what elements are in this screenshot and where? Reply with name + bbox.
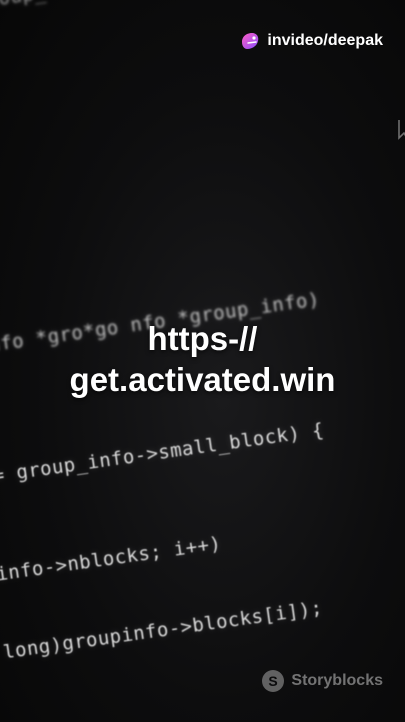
code-line: _info->nblocks; i++) <box>0 532 223 588</box>
invideo-watermark: invideo/deepak <box>239 30 383 52</box>
invideo-watermark-text: invideo/deepak <box>267 32 383 49</box>
mouse-cursor-icon <box>398 120 405 140</box>
code-line: oup_ <box>0 0 47 10</box>
storyblocks-watermark: S Storyblocks <box>261 669 383 693</box>
storyblocks-watermark-text: Storyblocks <box>291 672 383 689</box>
storyblocks-logo-icon: S <box>262 670 285 692</box>
invideo-logo-icon <box>242 33 259 49</box>
headline-line-1: https-// <box>147 320 258 357</box>
code-line: = group_info->small_block) { <box>0 418 326 488</box>
svg-text:S: S <box>269 673 278 689</box>
code-line: ed long)groupinfo->blocks[i]); <box>0 596 324 669</box>
headline-line-2: get.activated.win <box>69 361 336 398</box>
